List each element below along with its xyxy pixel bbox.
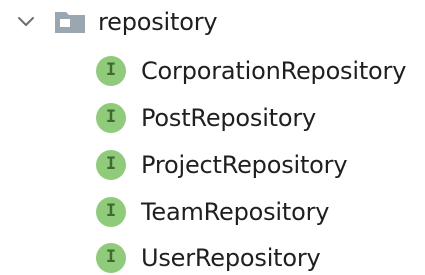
tree-item-label: UserRepository bbox=[141, 244, 321, 272]
folder-label: repository bbox=[98, 8, 218, 36]
tree-item[interactable]: I UserRepository bbox=[96, 236, 321, 275]
interface-icon: I bbox=[96, 197, 126, 227]
interface-icon: I bbox=[96, 243, 126, 273]
chevron-down-icon[interactable] bbox=[14, 0, 38, 44]
tree-item[interactable]: I TeamRepository bbox=[96, 190, 329, 234]
interface-icon-letter: I bbox=[105, 154, 117, 174]
interface-icon-letter: I bbox=[105, 247, 117, 267]
tree-item[interactable]: I ProjectRepository bbox=[96, 143, 348, 187]
interface-icon-letter: I bbox=[105, 60, 117, 80]
tree-item-label: ProjectRepository bbox=[141, 151, 348, 179]
interface-icon-letter: I bbox=[105, 107, 117, 127]
project-tree: repository I CorporationRepository I Pos… bbox=[0, 0, 425, 275]
interface-icon: I bbox=[96, 150, 126, 180]
tree-folder-repository[interactable]: repository bbox=[14, 0, 218, 44]
tree-item-label: TeamRepository bbox=[141, 198, 330, 226]
tree-item-label: PostRepository bbox=[141, 104, 317, 132]
tree-item[interactable]: I PostRepository bbox=[96, 96, 316, 140]
package-folder-icon bbox=[54, 9, 86, 35]
tree-item[interactable]: I CorporationRepository bbox=[96, 49, 406, 93]
interface-icon: I bbox=[96, 56, 126, 86]
tree-item-label: CorporationRepository bbox=[141, 57, 407, 85]
interface-icon: I bbox=[96, 103, 126, 133]
interface-icon-letter: I bbox=[105, 201, 117, 221]
